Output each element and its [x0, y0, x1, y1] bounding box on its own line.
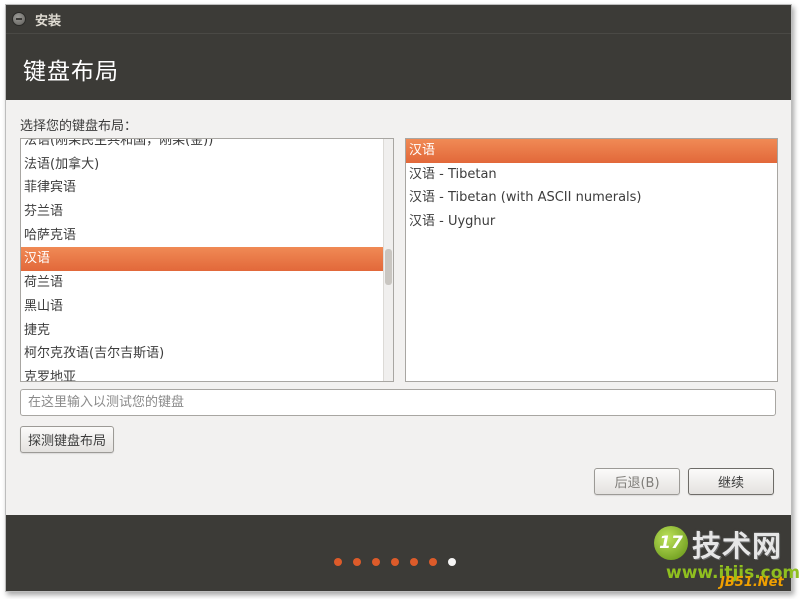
- layout-list-scrollbar[interactable]: [383, 139, 393, 381]
- variant-list-item[interactable]: 汉语 - Uyghur: [406, 210, 777, 234]
- title-bar: 安装: [6, 5, 791, 33]
- close-button[interactable]: [12, 12, 26, 26]
- layout-list-item[interactable]: 捷克: [21, 319, 383, 343]
- site-watermark: 17 技术网 www.itjis.com JB51.Net: [648, 520, 800, 596]
- watermark-logo: 17: [654, 526, 688, 560]
- layout-list-item[interactable]: 柯尔克孜语(吉尔吉斯语): [21, 342, 383, 366]
- variant-list-item-selected[interactable]: 汉语: [406, 139, 777, 163]
- scrollbar-thumb[interactable]: [385, 249, 392, 285]
- progress-dots: [334, 558, 456, 566]
- layout-list-item[interactable]: 荷兰语: [21, 271, 383, 295]
- layout-list-item[interactable]: 菲律宾语: [21, 176, 383, 200]
- layout-list-item[interactable]: 法语(刚果民主共和国，刚果(金)): [21, 139, 383, 153]
- close-icon: [16, 18, 22, 20]
- window-title: 安装: [35, 13, 62, 29]
- progress-dot: [410, 558, 418, 566]
- progress-dot: [429, 558, 437, 566]
- keyboard-variant-list[interactable]: 汉语 汉语 - Tibetan 汉语 - Tibetan (with ASCII n…: [405, 138, 778, 382]
- continue-button[interactable]: 继续: [688, 468, 774, 495]
- keyboard-test-input[interactable]: [20, 389, 776, 416]
- layout-list-item[interactable]: 哈萨克语: [21, 224, 383, 248]
- progress-dot: [353, 558, 361, 566]
- progress-dot-current: [448, 558, 456, 566]
- keyboard-layout-items: 法语(刚果民主共和国，刚果(金)) 法语(加拿大) 菲律宾语 芬兰语 哈萨克语 汉语 荷兰语…: [21, 139, 383, 381]
- progress-dot: [372, 558, 380, 566]
- layout-list-item[interactable]: 法语(加拿大): [21, 153, 383, 177]
- back-button[interactable]: 后退(B): [594, 468, 680, 495]
- keyboard-variant-items: 汉语 汉语 - Tibetan 汉语 - Tibetan (with ASCII n…: [406, 139, 777, 234]
- variant-list-item[interactable]: 汉语 - Tibetan: [406, 163, 777, 187]
- page-title: 键盘布局: [23, 59, 119, 85]
- watermark-name: 技术网: [692, 529, 783, 563]
- detect-layout-button[interactable]: 探测键盘布局: [20, 426, 114, 453]
- page-header: 键盘布局: [6, 33, 791, 100]
- progress-dot: [391, 558, 399, 566]
- variant-list-item[interactable]: 汉语 - Tibetan (with ASCII numerals): [406, 186, 777, 210]
- progress-dot: [334, 558, 342, 566]
- layout-list-item[interactable]: 芬兰语: [21, 200, 383, 224]
- layout-list-item[interactable]: 克罗地亚: [21, 366, 383, 381]
- watermark-tag: JB51.Net: [720, 575, 784, 590]
- layout-prompt-label: 选择您的键盘布局：: [20, 119, 138, 134]
- installer-window: 安装 键盘布局 选择您的键盘布局： 法语(刚果民主共和国，刚果(金)) 法语(加拿…: [5, 4, 792, 592]
- keyboard-layout-list[interactable]: 法语(刚果民主共和国，刚果(金)) 法语(加拿大) 菲律宾语 芬兰语 哈萨克语 汉语 荷兰语…: [20, 138, 394, 382]
- layout-list-item[interactable]: 黑山语: [21, 295, 383, 319]
- layout-list-item-selected[interactable]: 汉语: [21, 247, 383, 272]
